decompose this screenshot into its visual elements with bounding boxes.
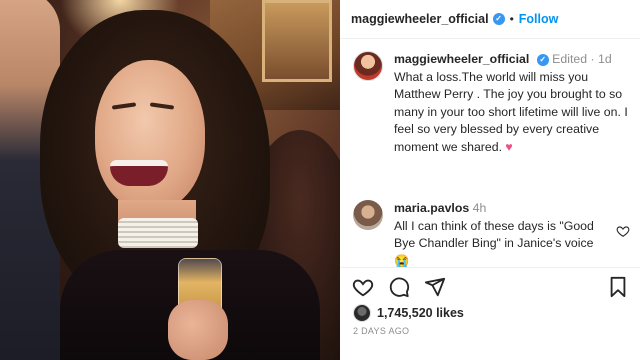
comment-text: All I can think of these days is "Good B…	[394, 218, 594, 251]
post-side-panel: maggiewheeler_official ✓ • Follow maggie…	[340, 0, 640, 360]
caption-dot: ·	[590, 52, 595, 66]
comment-item: maria.pavlos 4h All I can think of these…	[340, 190, 640, 270]
caption-username[interactable]: maggiewheeler_official	[394, 52, 529, 66]
comment-icon[interactable]	[388, 276, 410, 298]
crying-emoji: 😭	[394, 253, 410, 268]
action-bar	[340, 267, 640, 305]
post-photo[interactable]	[0, 0, 340, 360]
header-username[interactable]: maggiewheeler_official	[351, 12, 489, 26]
wall-painting	[262, 0, 332, 82]
caption-age[interactable]: 1d	[598, 52, 612, 66]
likes-row[interactable]: 1,745,520 likes	[353, 304, 464, 322]
likes-count[interactable]: 1,745,520 likes	[377, 306, 464, 320]
post-caption: maggiewheeler_official ✓ Edited · 1d Wha…	[340, 39, 640, 156]
pink-heart-emoji: ♥	[505, 139, 513, 154]
avatar[interactable]	[353, 200, 383, 230]
share-icon[interactable]	[424, 276, 446, 298]
post-header: maggiewheeler_official ✓ • Follow	[340, 0, 640, 39]
heart-icon[interactable]	[352, 276, 374, 298]
post-timestamp: 2 DAYS AGO	[353, 326, 410, 336]
header-separator: •	[509, 12, 514, 26]
comment-like-heart-icon[interactable]	[616, 224, 630, 243]
bookmark-icon[interactable]	[608, 276, 628, 298]
follow-button[interactable]: Follow	[519, 12, 559, 26]
avatar	[353, 304, 371, 322]
comment-username[interactable]: maria.pavlos	[394, 201, 469, 215]
avatar[interactable]	[353, 51, 383, 81]
comment-age[interactable]: 4h	[473, 201, 487, 215]
verified-badge-icon: ✓	[492, 13, 505, 25]
edited-label: Edited	[552, 52, 588, 66]
verified-badge-icon: ✓	[536, 53, 549, 66]
pearl-choker	[118, 218, 198, 248]
woman-face	[95, 60, 205, 210]
